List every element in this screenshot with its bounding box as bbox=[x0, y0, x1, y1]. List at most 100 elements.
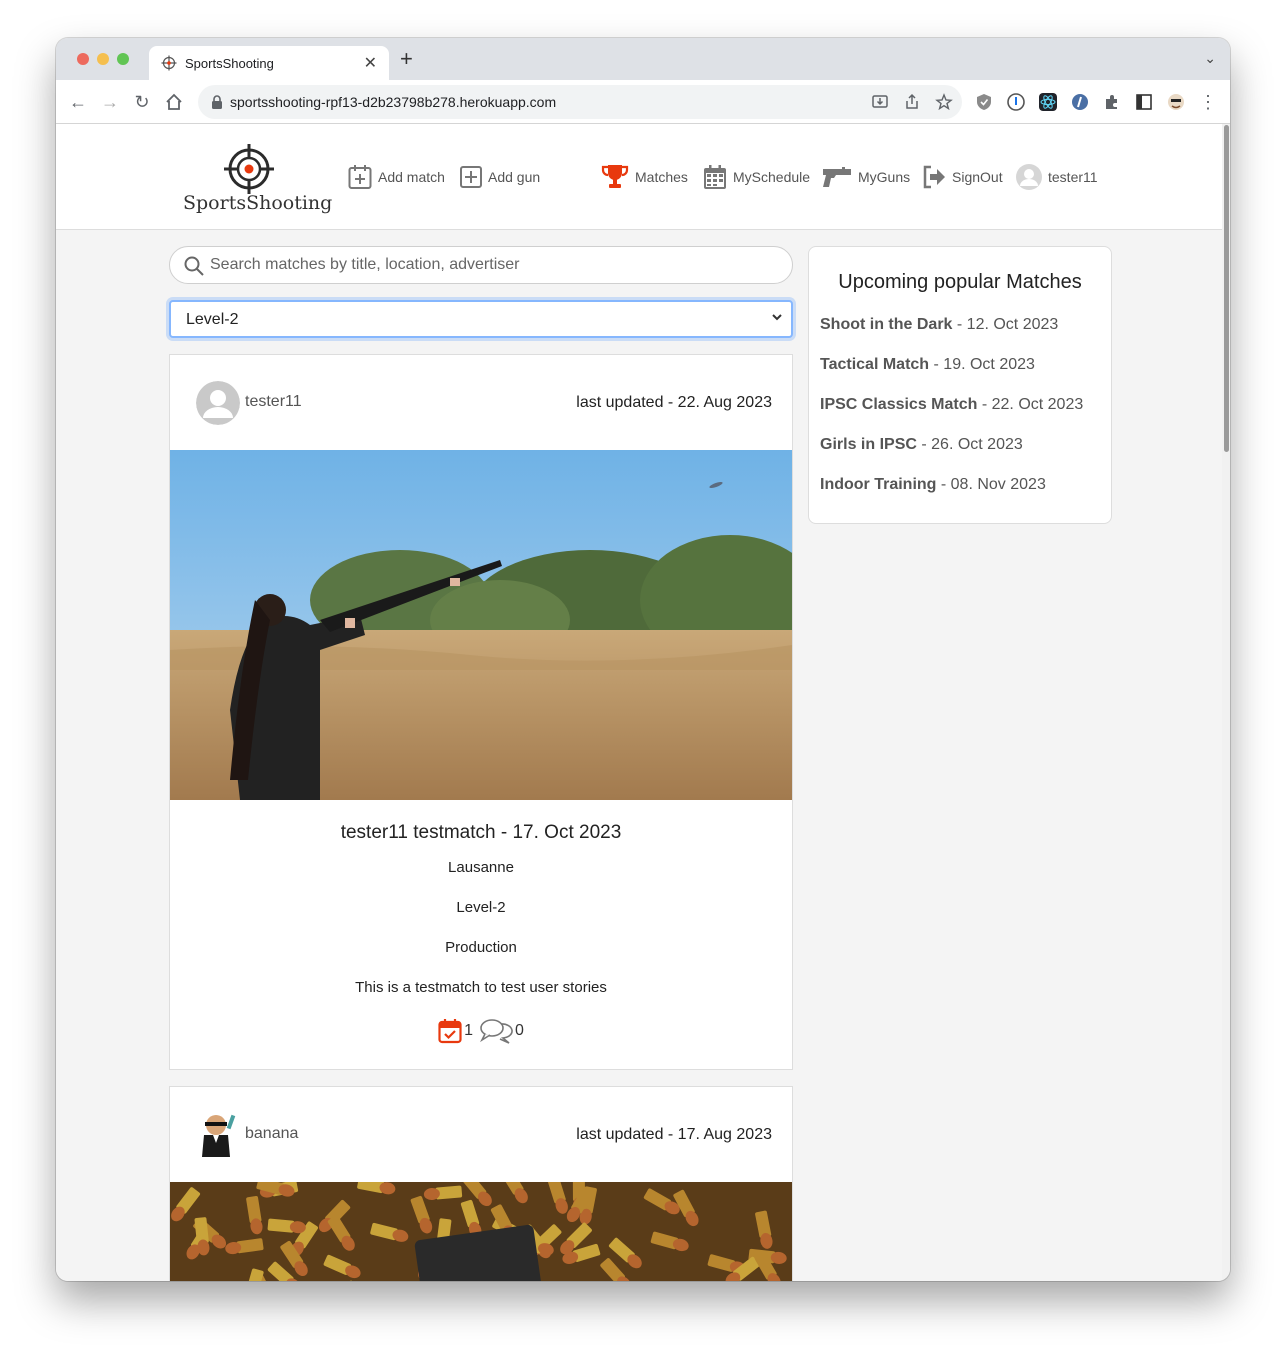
browser-tab[interactable]: SportsShooting ✕ bbox=[149, 46, 389, 80]
upcoming-match-date: - 08. Nov 2023 bbox=[936, 476, 1046, 493]
logo-text[interactable]: SportsShooting bbox=[183, 192, 332, 214]
nav-add-gun-label: Add gun bbox=[488, 169, 541, 185]
match-photo[interactable] bbox=[170, 450, 792, 800]
match-post-card[interactable]: tester11 last updated - 22. Aug 2023 tes… bbox=[169, 354, 793, 1070]
upcoming-match-name[interactable]: Tactical Match bbox=[820, 356, 929, 373]
nav-sign-out[interactable]: SignOut bbox=[922, 164, 1003, 190]
info-extension-icon[interactable] bbox=[1071, 93, 1089, 111]
match-division: Production bbox=[445, 939, 517, 956]
nav-add-match-label: Add match bbox=[378, 169, 445, 185]
match-post-card[interactable]: banana last updated - 17. Aug 2023 bbox=[169, 1086, 793, 1281]
close-window-button[interactable] bbox=[77, 53, 89, 65]
crosshair-favicon-icon bbox=[161, 55, 177, 71]
new-tab-icon[interactable]: + bbox=[400, 48, 413, 70]
post-author[interactable]: banana bbox=[245, 1125, 298, 1143]
password-manager-extension-icon[interactable] bbox=[1007, 93, 1025, 111]
tab-title: SportsShooting bbox=[185, 56, 274, 71]
match-title[interactable]: tester11 testmatch - 17. Oct 2023 bbox=[170, 822, 792, 844]
shield-extension-icon[interactable] bbox=[975, 93, 993, 111]
upcoming-match-name[interactable]: Indoor Training bbox=[820, 476, 936, 493]
agent-avatar-icon bbox=[202, 1114, 236, 1157]
install-app-icon[interactable] bbox=[871, 93, 889, 111]
browser-window: SportsShooting ✕ + ⌄ ← → ↻ sportsshootin… bbox=[56, 38, 1230, 1281]
upcoming-match-item[interactable]: Shoot in the Dark - 12. Oct 2023 bbox=[820, 316, 1058, 334]
upcoming-match-name[interactable]: IPSC Classics Match bbox=[820, 396, 977, 413]
upcoming-match-item[interactable]: Indoor Training - 08. Nov 2023 bbox=[820, 476, 1046, 494]
tab-close-icon[interactable]: ✕ bbox=[364, 53, 377, 73]
upcoming-match-item[interactable]: Tactical Match - 19. Oct 2023 bbox=[820, 356, 1035, 374]
minimize-window-button[interactable] bbox=[97, 53, 109, 65]
upcoming-match-date: - 19. Oct 2023 bbox=[929, 356, 1035, 373]
browser-toolbar: ← → ↻ sportsshooting-rpf13-d2b23798b278.… bbox=[56, 80, 1230, 124]
tab-search-chevron-icon[interactable]: ⌄ bbox=[1204, 50, 1216, 67]
home-icon[interactable] bbox=[162, 90, 186, 114]
nav-my-guns[interactable]: MyGuns bbox=[822, 164, 910, 190]
match-level: Level-2 bbox=[456, 899, 506, 916]
extensions-puzzle-icon[interactable] bbox=[1103, 93, 1121, 111]
nav-my-schedule-label: MySchedule bbox=[733, 169, 811, 185]
nav-my-guns-label: MyGuns bbox=[858, 169, 911, 185]
author-avatar[interactable] bbox=[196, 1113, 240, 1157]
post-updated: last updated - 17. Aug 2023 bbox=[576, 1126, 772, 1143]
clay-shooter-photo bbox=[170, 450, 792, 800]
url-text: sportsshooting-rpf13-d2b23798b278.heroku… bbox=[230, 94, 557, 110]
bookmark-star-icon[interactable] bbox=[935, 93, 953, 111]
maximize-window-button[interactable] bbox=[117, 53, 129, 65]
default-user-avatar-icon bbox=[196, 381, 240, 425]
back-icon[interactable]: ← bbox=[66, 90, 90, 114]
nav-add-gun[interactable]: Add gun bbox=[460, 164, 540, 190]
react-devtools-extension-icon[interactable] bbox=[1039, 93, 1057, 111]
comment-count: 0 bbox=[515, 1022, 524, 1039]
upcoming-match-date: - 22. Oct 2023 bbox=[977, 396, 1084, 413]
author-avatar[interactable] bbox=[196, 381, 240, 425]
profile-avatar-icon[interactable] bbox=[1167, 93, 1185, 111]
nav-user-label: tester11 bbox=[1048, 169, 1098, 185]
address-bar[interactable]: sportsshooting-rpf13-d2b23798b278.heroku… bbox=[198, 85, 962, 119]
share-icon[interactable] bbox=[903, 93, 921, 111]
nav-sign-out-label: SignOut bbox=[952, 169, 1003, 185]
post-author[interactable]: tester11 bbox=[245, 393, 302, 411]
reload-icon[interactable]: ↻ bbox=[130, 90, 154, 114]
site-header: SportsShooting Add match Add gun Matches… bbox=[56, 124, 1222, 230]
calendar-grid-icon bbox=[704, 165, 726, 189]
nav-user-profile[interactable]: tester11 bbox=[1016, 164, 1098, 190]
crosshair-logo-icon[interactable] bbox=[224, 144, 274, 194]
page-scrollbar-thumb[interactable] bbox=[1224, 125, 1229, 452]
plus-square-icon bbox=[460, 166, 482, 188]
upcoming-match-date: - 26. Oct 2023 bbox=[916, 436, 1023, 453]
page-viewport: SportsShooting Add match Add gun Matches… bbox=[56, 124, 1222, 1281]
pistol-icon bbox=[823, 167, 851, 187]
browser-menu-icon[interactable]: ⋮ bbox=[1196, 90, 1220, 114]
attending-count: 1 bbox=[464, 1022, 473, 1039]
user-avatar-icon bbox=[1016, 164, 1042, 190]
search-bar[interactable] bbox=[169, 246, 793, 284]
nav-matches[interactable]: Matches bbox=[601, 164, 688, 190]
forward-icon[interactable]: → bbox=[98, 90, 122, 114]
match-description: This is a testmatch to test user stories bbox=[355, 979, 607, 996]
search-icon bbox=[184, 256, 204, 276]
upcoming-matches-panel: Upcoming popular Matches Shoot in the Da… bbox=[808, 246, 1112, 524]
upcoming-matches-title: Upcoming popular Matches bbox=[838, 271, 1082, 293]
nav-my-schedule[interactable]: MySchedule bbox=[703, 164, 810, 190]
upcoming-match-name[interactable]: Girls in IPSC bbox=[820, 436, 917, 453]
level-filter-value: Level-2 bbox=[186, 311, 239, 328]
upcoming-match-item[interactable]: Girls in IPSC - 26. Oct 2023 bbox=[820, 436, 1023, 454]
calendar-check-icon[interactable] bbox=[438, 1018, 462, 1044]
upcoming-match-item[interactable]: IPSC Classics Match - 22. Oct 2023 bbox=[820, 396, 1083, 414]
post-updated: last updated - 22. Aug 2023 bbox=[576, 394, 772, 411]
upcoming-match-name[interactable]: Shoot in the Dark bbox=[820, 316, 952, 333]
calendar-plus-icon bbox=[348, 165, 372, 189]
level-filter-select[interactable]: Level-2 bbox=[169, 300, 793, 338]
lock-icon bbox=[212, 95, 222, 109]
search-input[interactable] bbox=[210, 255, 770, 275]
tab-strip: SportsShooting ✕ + ⌄ bbox=[56, 38, 1230, 80]
side-panel-icon[interactable] bbox=[1135, 93, 1153, 111]
match-photo[interactable] bbox=[170, 1182, 792, 1281]
match-stats: 1 0 bbox=[170, 1018, 792, 1044]
chevron-down-icon bbox=[771, 311, 783, 326]
nav-add-match[interactable]: Add match bbox=[348, 164, 445, 190]
upcoming-match-date: - 12. Oct 2023 bbox=[952, 316, 1059, 333]
sign-out-icon bbox=[923, 165, 945, 189]
ammunition-photo bbox=[170, 1182, 792, 1281]
comments-icon[interactable] bbox=[479, 1018, 513, 1044]
